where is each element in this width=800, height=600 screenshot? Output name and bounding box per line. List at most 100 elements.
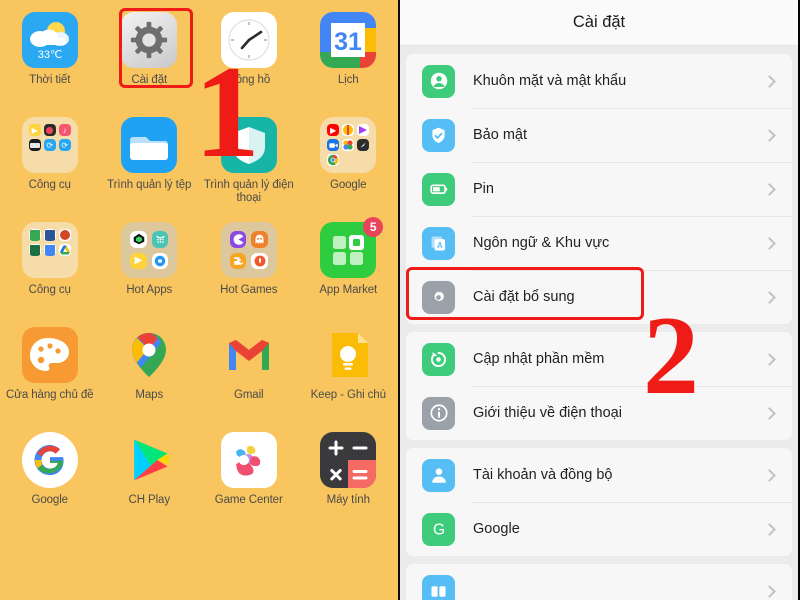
app-label: Cài đặt	[131, 74, 168, 86]
folder-mini-icon	[130, 231, 147, 248]
icon-wrap	[121, 432, 177, 488]
settings-group-2: Cập nhật phần mềm Giới thiệu về điện tho…	[406, 332, 792, 440]
chevron-right-icon	[763, 468, 776, 482]
folder-mini-icon	[357, 139, 370, 151]
app-keep-ghi-chu[interactable]: Keep - Ghi chú	[299, 321, 399, 424]
app-label: Hot Games	[220, 284, 278, 296]
google-folder-icon: ▶	[320, 117, 377, 173]
app-label: Cửa hàng chủ đề	[6, 389, 94, 401]
app-google[interactable]: Google	[0, 426, 100, 529]
app-trinh-quan-ly-dien-thoai[interactable]: Trình quản lý điện thoại	[199, 111, 299, 214]
app-gmail[interactable]: Gmail	[199, 321, 299, 424]
icon-wrap	[220, 432, 277, 488]
settings-row-label: Khuôn mặt và mật khẩu	[473, 73, 627, 89]
settings-header: Cài đặt	[400, 0, 798, 46]
icon-wrap	[121, 117, 178, 173]
settings-row-ngon-ngu-khu-vuc[interactable]: A Ngôn ngữ & Khu vực	[406, 216, 792, 270]
folder-mini-icon	[229, 252, 247, 269]
theme-store-palette-icon	[21, 327, 78, 383]
folder-mini-icon	[28, 139, 41, 151]
icon-wrap	[121, 327, 177, 383]
icon-wrap	[21, 327, 78, 383]
maps-pin-icon	[121, 327, 177, 383]
app-hot-apps[interactable]: ▶ Hot Apps	[100, 216, 200, 319]
settings-row-cap-nhat-phan-mem[interactable]: Cập nhật phần mềm	[406, 332, 792, 386]
app-game-center[interactable]: Game Center	[199, 426, 299, 529]
app-google-folder[interactable]: ▶ Google	[299, 111, 399, 214]
app-label: Công cụ	[28, 179, 71, 191]
app-label: Trình quản lý tệp	[107, 179, 192, 191]
additional-settings-gear-icon	[422, 280, 455, 314]
about-phone-info-icon	[422, 396, 455, 430]
folder-mini-icon	[251, 252, 268, 269]
chevron-right-icon	[763, 584, 776, 598]
page-title: Cài đặt	[572, 13, 626, 31]
hot-games-folder-icon	[220, 222, 277, 278]
folder-mini-icon: ▶	[327, 124, 340, 136]
settings-row-label: Pin	[473, 181, 494, 197]
language-region-icon: A	[422, 226, 455, 260]
settings-row-partial[interactable]	[406, 564, 792, 600]
settings-row-label: Ngôn ngữ & Khu vực	[473, 235, 610, 251]
folder-mini-icon	[327, 139, 340, 151]
app-label: Đồng hồ	[227, 74, 271, 86]
app-cong-cu-media[interactable]: ▶ ♪ ⟳ ⟳ Công cụ	[0, 111, 100, 214]
google-g-icon	[21, 432, 78, 488]
app-app-market[interactable]: 5 App Market	[299, 216, 399, 319]
app-maps[interactable]: Maps	[100, 321, 200, 424]
settings-row-pin[interactable]: Pin	[406, 162, 792, 216]
app-thoi-tiet[interactable]: 33℃ Thời tiết	[0, 6, 100, 109]
folder-mini-icon	[342, 124, 355, 136]
app-may-tinh[interactable]: Máy tính	[299, 426, 399, 529]
svg-text:33℃: 33℃	[37, 49, 62, 61]
app-dong-ho[interactable]: Đồng hồ	[199, 6, 299, 109]
folder-mini-icon: ▶	[130, 252, 147, 269]
settings-row-khuon-mat-va-mat-khau[interactable]: Khuôn mặt và mật khẩu	[406, 54, 792, 108]
game-center-icon	[220, 432, 277, 488]
app-market-badge: 5	[363, 217, 384, 237]
settings-row-bao-mat[interactable]: Bảo mật	[406, 108, 792, 162]
app-label: Google	[330, 179, 367, 191]
phone-manager-shield-icon	[220, 117, 277, 173]
settings-group-3: Tài khoản và đồng bộ G Google	[406, 448, 792, 556]
app-trinh-quan-ly-tep[interactable]: Trình quản lý tệp	[100, 111, 200, 214]
icon-wrap	[21, 432, 78, 488]
face-password-icon	[422, 64, 455, 98]
app-cua-hang-chu-de[interactable]: Cửa hàng chủ đề	[0, 321, 100, 424]
folder-mini-icon	[28, 244, 41, 256]
icon-wrap	[220, 222, 277, 278]
folder-mini-icon: ▶	[28, 124, 41, 136]
folder-mini-icon	[251, 231, 268, 248]
folder-mini-icon	[43, 124, 56, 136]
chevron-right-icon	[763, 522, 776, 536]
settings-group-4-partial	[406, 564, 792, 600]
app-label: Hot Apps	[126, 284, 173, 296]
settings-row-cai-dat-bo-sung[interactable]: Cài đặt bổ sung	[406, 270, 792, 324]
app-label: Thời tiết	[29, 74, 71, 86]
chevron-right-icon	[763, 182, 776, 196]
app-label: CH Play	[128, 494, 171, 506]
settings-row-label: Giới thiệu về điện thoại	[473, 405, 622, 421]
chevron-right-icon	[763, 290, 776, 304]
folder-mini-icon: ⟳	[58, 139, 71, 151]
app-lich[interactable]: 31 Lịch	[299, 6, 399, 109]
app-cong-cu-office[interactable]: Công cụ	[0, 216, 100, 319]
settings-row-gioi-thieu-ve-dien-thoai[interactable]: Giới thiệu về điện thoại	[406, 386, 792, 440]
settings-list: Khuôn mặt và mật khẩu Bảo mật Pin A Ngôn…	[400, 54, 798, 600]
settings-row-label: Cập nhật phần mềm	[473, 351, 605, 367]
settings-row-google[interactable]: G Google	[406, 502, 792, 556]
folder-mini-icon	[28, 229, 41, 241]
app-label: Maps	[135, 389, 164, 401]
folder-mini-icon	[58, 244, 71, 256]
folder-mini-icon	[342, 139, 355, 151]
chevron-right-icon	[763, 74, 776, 88]
icon-wrap: 31	[320, 12, 377, 68]
app-cai-dat[interactable]: Cài đặt	[100, 6, 200, 109]
app-ch-play[interactable]: CH Play	[100, 426, 200, 529]
icon-wrap	[320, 327, 376, 383]
chevron-right-icon	[763, 236, 776, 250]
icon-wrap	[320, 432, 377, 488]
app-hot-games[interactable]: Hot Games	[199, 216, 299, 319]
settings-row-tai-khoan-va-dong-bo[interactable]: Tài khoản và đồng bộ	[406, 448, 792, 502]
app-label: Google	[31, 494, 69, 506]
